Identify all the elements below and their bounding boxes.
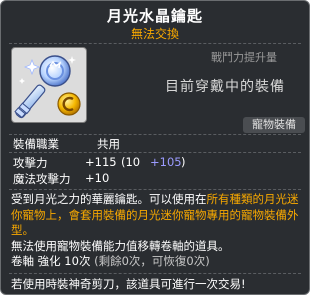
item-description: 受到月光之力的華麗鑰匙。可以使用在所有種類的月光迷你寵物上，會套用裝備的月光迷你… xyxy=(11,192,301,270)
category-badge: 寵物裝備 xyxy=(243,117,305,133)
currently-equipped-text: 目前穿戴中的裝備 xyxy=(165,79,285,95)
trade-status: 無法交換 xyxy=(130,27,179,41)
item-icon-frame xyxy=(11,47,87,123)
description-restriction: 無法使用寵物裝備能力值移轉卷軸的道具。 xyxy=(11,238,230,253)
scroll-upgrade-label: 卷軸 強化 10次 xyxy=(11,254,91,268)
scissors-warning: 若使用時裝神奇剪刀，該道具可進行一次交易! xyxy=(11,277,246,291)
divider-bottom xyxy=(9,273,301,274)
divider-desc xyxy=(9,189,301,190)
divider-top xyxy=(9,43,301,44)
scroll-upgrade-detail: (剩餘0次，可恢復0次) xyxy=(94,254,210,268)
item-name: 月光水晶鑰匙 xyxy=(106,7,203,25)
stat-name: 魔法攻擊力 xyxy=(13,172,71,186)
description-text: 受到月光之力的華麗鑰匙。可以使用在 xyxy=(11,192,207,206)
equip-job-value: 共用 xyxy=(97,137,120,151)
stat-name: 攻擊力 xyxy=(13,156,48,170)
power-increase-label: 戰鬥力提升量 xyxy=(211,51,277,64)
item-tooltip: 月光水晶鑰匙 無法交換 戰鬥力提升量 目前穿戴中的裝備 寵物裝備 裝備職業 共用… xyxy=(0,0,310,295)
divider-stats xyxy=(9,152,301,153)
moonlight-crystal-key-icon xyxy=(14,55,81,119)
stat-bonus: +105 xyxy=(150,155,182,169)
stat-total: +10 xyxy=(85,171,110,185)
divider-job xyxy=(9,134,301,135)
stat-total: +115 xyxy=(85,155,117,169)
gold-coin-icon xyxy=(57,92,81,116)
stat-base: (10 xyxy=(121,155,141,169)
equip-job-label: 裝備職業 xyxy=(13,137,59,151)
stat-close: ) xyxy=(181,155,186,169)
